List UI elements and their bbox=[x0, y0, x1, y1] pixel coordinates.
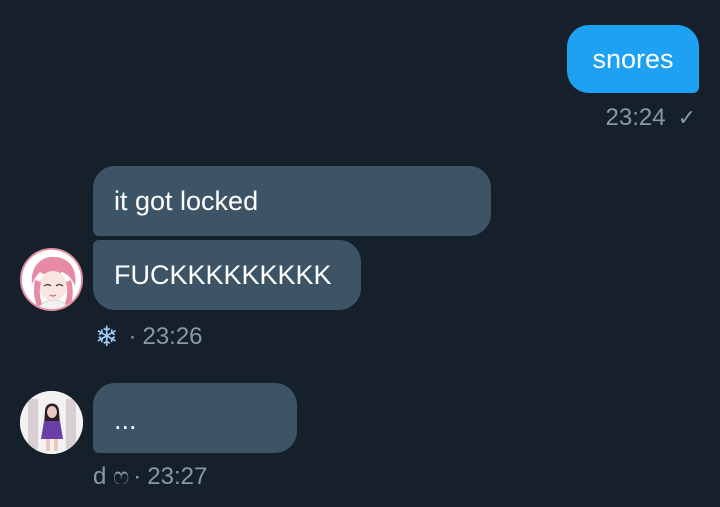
incoming-message-text: it got locked bbox=[114, 185, 259, 216]
meta-separator: · bbox=[128, 322, 137, 350]
avatar[interactable] bbox=[20, 391, 83, 454]
sender-name: d ෆ bbox=[93, 463, 130, 490]
check-icon: ✓ bbox=[677, 105, 696, 130]
avatar[interactable] bbox=[20, 248, 83, 311]
incoming-message-time: 23:27 bbox=[147, 463, 208, 490]
outgoing-message-text: snores bbox=[592, 43, 674, 74]
outgoing-message-bubble[interactable]: snores bbox=[567, 25, 699, 93]
incoming-message-bubble[interactable]: it got locked bbox=[93, 166, 491, 236]
incoming-message-text: ... bbox=[114, 405, 137, 435]
avatar-image bbox=[20, 391, 83, 454]
incoming-message-meta: d ෆ · 23:27 bbox=[93, 463, 207, 491]
incoming-message-meta: ❄ · 23:26 bbox=[95, 320, 203, 353]
outgoing-message-time: 23:24 bbox=[605, 104, 666, 131]
snowflake-icon: ❄ bbox=[95, 321, 119, 352]
incoming-message-text: FUCKKKKKKKKK bbox=[114, 259, 332, 290]
incoming-message-bubble[interactable]: ... bbox=[93, 383, 297, 453]
incoming-message-time: 23:26 bbox=[142, 322, 203, 350]
incoming-message-bubble[interactable]: FUCKKKKKKKKK bbox=[93, 240, 361, 310]
avatar-image bbox=[22, 250, 81, 309]
outgoing-message-meta: 23:24 ✓ bbox=[606, 104, 697, 132]
meta-separator: · bbox=[133, 463, 142, 490]
